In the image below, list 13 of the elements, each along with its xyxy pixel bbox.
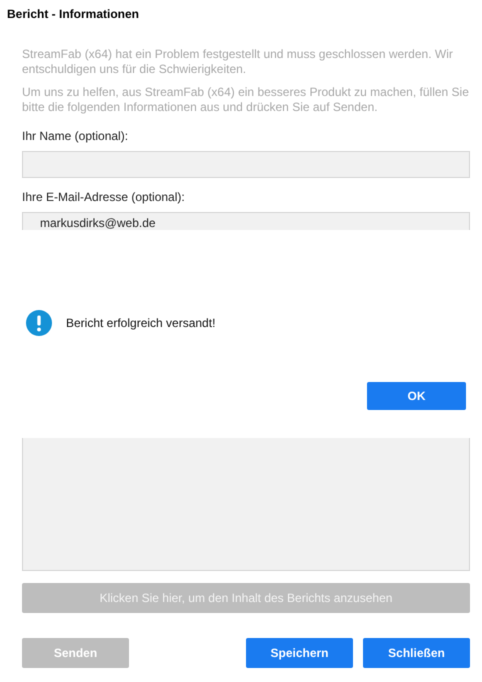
- message-text: Bericht erfolgreich versandt!: [66, 316, 216, 330]
- ok-button[interactable]: OK: [367, 382, 466, 410]
- window-title: Bericht - Informationen: [6, 6, 140, 23]
- report-textarea[interactable]: [22, 438, 470, 571]
- field-label: Ihr Name (optional):: [22, 129, 130, 143]
- save-button[interactable]: Speichern: [246, 638, 353, 668]
- info-text: StreamFab (x64) hat ein Problem festgestellt und muss geschlossen werden. Wir entschuldigen uns für die Schwierigkeiten.: [22, 47, 454, 77]
- email-field[interactable]: markusdirks@web.de: [22, 212, 470, 230]
- field-label: Ihre E-Mail-Adresse (optional):: [22, 190, 186, 204]
- info-icon: [26, 310, 52, 336]
- close-button[interactable]: Schließen: [363, 638, 470, 668]
- name-field[interactable]: [22, 151, 470, 178]
- info-text: Um uns zu helfen, aus StreamFab (x64) ein besseres Produkt zu machen, füllen Sie bitte die folgenden Informationen aus und drücken Sie auf Senden.: [22, 85, 470, 115]
